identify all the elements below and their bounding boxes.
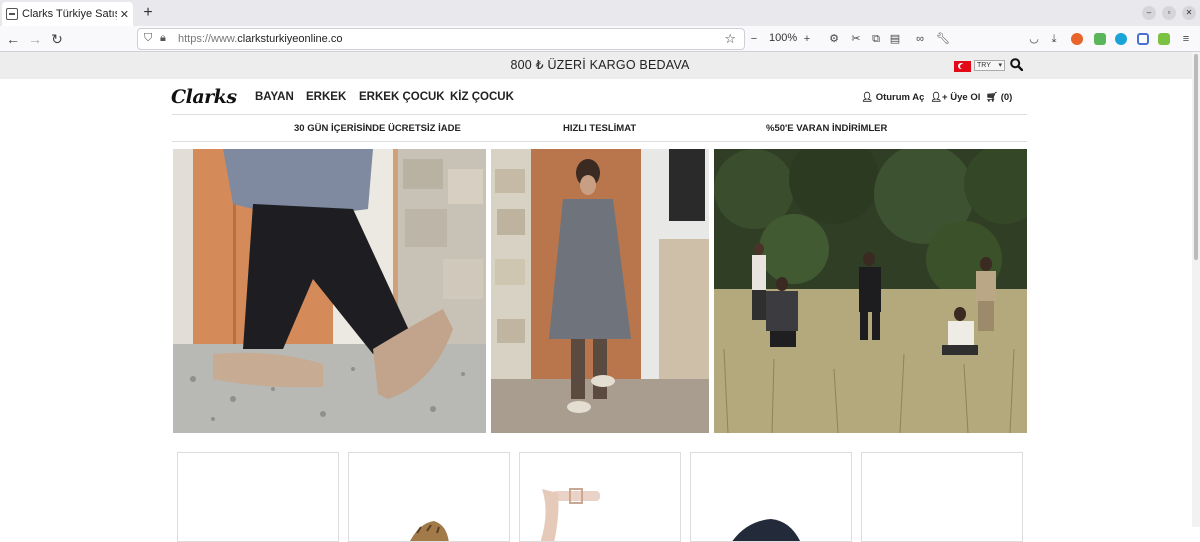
forward-arrow-icon[interactable]: → xyxy=(26,30,44,48)
login-label: Oturum Aç xyxy=(875,92,925,103)
search-icon[interactable] xyxy=(1010,58,1023,71)
new-tab-button[interactable]: + xyxy=(140,4,156,22)
reload-icon[interactable]: ↻ xyxy=(48,30,66,48)
hero-image-coat[interactable] xyxy=(491,149,709,433)
scissors-icon[interactable]: ✂ xyxy=(850,33,862,45)
shield-icon[interactable]: ⛉ xyxy=(144,32,152,45)
site-favicon-icon xyxy=(6,8,18,20)
turkey-flag-icon[interactable] xyxy=(954,61,971,72)
address-bar[interactable]: ⛉ 🔒︎ https://www.clarksturkiyeonline.co … xyxy=(137,28,745,50)
clipboard-icon[interactable]: ▤ xyxy=(889,33,901,45)
copy-icon[interactable]: ⧉ xyxy=(870,33,882,45)
wrench-icon[interactable]: 🔧︎ xyxy=(936,33,950,45)
bookmark-star-icon[interactable]: ☆ xyxy=(724,31,736,47)
browser-toolbar: ← → ↻ ⛉ 🔒︎ https://www.clarksturkiyeonli… xyxy=(0,26,1200,52)
perk-fast-delivery[interactable]: HIZLI TESLİMAT xyxy=(563,123,636,134)
extension-blue-icon[interactable] xyxy=(1115,33,1127,45)
nav-item-erkek-cocuk[interactable]: ERKEK ÇOCUK xyxy=(359,91,445,103)
register-link[interactable]: 👤︎+ Üye Ol xyxy=(930,92,980,103)
user-icon: 👤︎ xyxy=(861,92,874,103)
divider-bottom xyxy=(172,141,1027,142)
currency-select[interactable]: TRY xyxy=(974,60,1005,71)
divider-top xyxy=(172,114,1027,115)
perk-discounts[interactable]: %50'E VARAN İNDİRİMLER xyxy=(766,123,887,134)
perk-free-returns[interactable]: 30 GÜN İÇERİSİNDE ÜCRETSİZ İADE xyxy=(294,123,461,134)
register-label: Üye Ol xyxy=(950,92,981,103)
extension-lime-icon[interactable] xyxy=(1158,33,1170,45)
nav-item-bayan[interactable]: BAYAN xyxy=(255,91,294,103)
zoom-level[interactable]: 100% xyxy=(769,32,797,44)
product-image-2 xyxy=(410,521,449,541)
url-text[interactable]: https://www.clarksturkiyeonline.co xyxy=(178,33,342,45)
cart-link[interactable]: 🛒︎ (0) xyxy=(986,92,1012,103)
product-card-3[interactable] xyxy=(519,452,681,542)
download-icon[interactable]: ⤓ xyxy=(1048,33,1060,45)
shopping-cart-icon: 🛒︎ xyxy=(986,92,999,103)
zoom-in-icon[interactable]: + xyxy=(801,33,813,45)
hero-image-boots[interactable] xyxy=(173,149,486,433)
login-link[interactable]: 👤︎ Oturum Aç xyxy=(861,92,924,103)
nav-item-erkek[interactable]: ERKEK xyxy=(306,91,346,103)
user-plus-icon: 👤︎+ xyxy=(930,92,948,103)
menu-hamburger-icon[interactable]: ≡ xyxy=(1180,33,1192,45)
zoom-out-icon[interactable]: − xyxy=(748,33,760,45)
close-tab-icon[interactable]: ✕ xyxy=(120,8,129,21)
browser-tab-bar: Clarks Türkiye Satış Mağ ✕ + – ▫ ✕ xyxy=(0,0,1200,26)
url-prefix: https://www. xyxy=(178,33,238,45)
pocket-icon[interactable]: ◡ xyxy=(1028,33,1040,45)
url-domain: clarksturkiyeonline.co xyxy=(237,33,343,45)
page-scrollbar-thumb[interactable] xyxy=(1194,54,1198,260)
product-image-4 xyxy=(732,519,800,541)
mask-icon[interactable]: ∞ xyxy=(914,33,926,45)
browser-tab-active[interactable]: Clarks Türkiye Satış Mağ ✕ xyxy=(2,2,133,26)
extension-orange-icon[interactable] xyxy=(1071,33,1083,45)
settings-gear-icon[interactable]: ⚙ xyxy=(828,33,840,45)
clarks-logo[interactable]: Clarks xyxy=(171,86,237,108)
cart-count: (0) xyxy=(1000,92,1013,103)
tab-title: Clarks Türkiye Satış Mağ xyxy=(22,8,117,20)
product-image-3 xyxy=(540,488,600,541)
lock-icon[interactable]: 🔒︎ xyxy=(160,32,166,45)
extension-grid-icon[interactable] xyxy=(1137,33,1149,45)
product-card-4[interactable] xyxy=(690,452,852,542)
nav-item-kiz-cocuk[interactable]: KİZ ÇOCUK xyxy=(450,91,514,103)
restore-window-button[interactable]: ▫ xyxy=(1162,6,1176,20)
close-window-button[interactable]: ✕ xyxy=(1182,6,1196,20)
product-card-5[interactable] xyxy=(861,452,1023,542)
product-card-2[interactable] xyxy=(348,452,510,542)
hero-image-group[interactable] xyxy=(714,149,1027,433)
extension-green-icon[interactable] xyxy=(1094,33,1106,45)
product-card-1[interactable] xyxy=(177,452,339,542)
back-arrow-icon[interactable]: ← xyxy=(4,30,22,48)
minimize-window-button[interactable]: – xyxy=(1142,6,1156,20)
